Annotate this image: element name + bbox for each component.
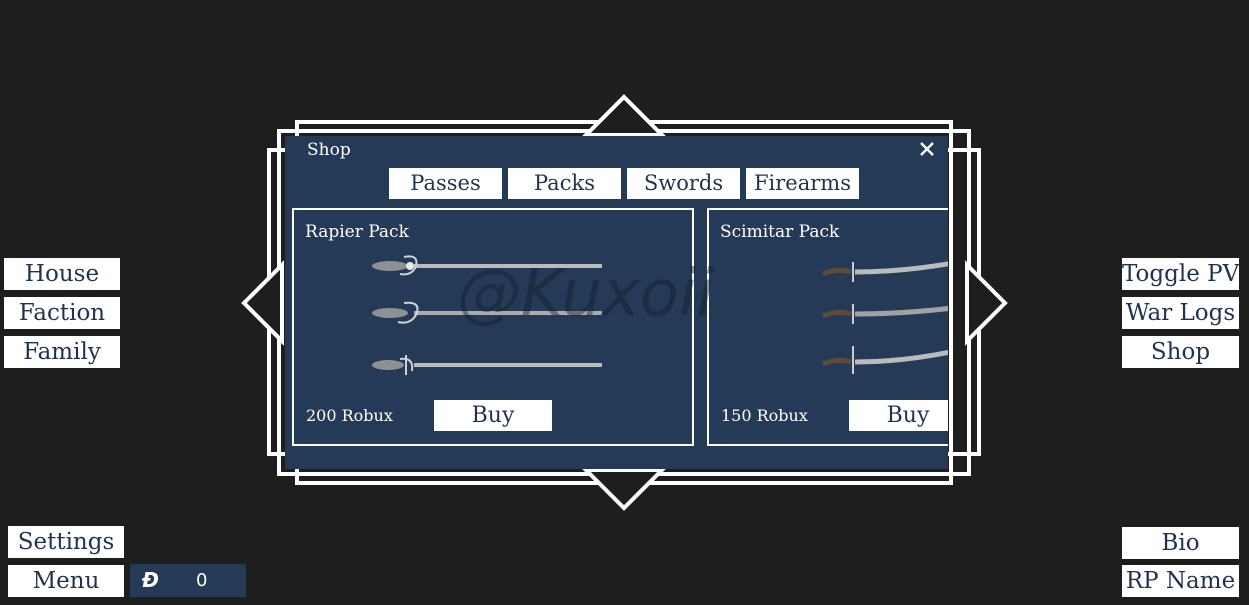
tab-swords[interactable]: Swords bbox=[627, 168, 740, 199]
tab-passes[interactable]: Passes bbox=[389, 168, 502, 199]
scimitar-image bbox=[822, 304, 948, 324]
rapier-buy-button[interactable]: Buy bbox=[434, 400, 552, 431]
shop-panel: Shop Passes Packs Swords Firearms Rapier… bbox=[285, 136, 948, 469]
rapier-image bbox=[372, 355, 602, 375]
tab-packs[interactable]: Packs bbox=[508, 168, 621, 199]
rapier-pack-card: Rapier Pack 200 Robux Buy bbox=[292, 208, 694, 446]
close-icon[interactable] bbox=[914, 136, 940, 162]
shop-title: Shop bbox=[307, 140, 351, 160]
rapier-pack-price: 200 Robux bbox=[306, 406, 393, 425]
scimitar-pack-price: 150 Robux bbox=[721, 406, 808, 425]
rapier-image bbox=[372, 301, 602, 324]
scimitar-pack-card: Scimitar Pack 150 Robux Buy bbox=[707, 208, 948, 446]
scimitar-image bbox=[822, 346, 948, 374]
scimitar-buy-button[interactable]: Buy bbox=[849, 400, 948, 431]
tab-firearms[interactable]: Firearms bbox=[746, 168, 859, 199]
scimitar-image bbox=[822, 261, 948, 282]
rapier-image bbox=[372, 255, 602, 276]
rapier-pack-title: Rapier Pack bbox=[305, 222, 409, 242]
scimitar-pack-title: Scimitar Pack bbox=[720, 222, 840, 242]
